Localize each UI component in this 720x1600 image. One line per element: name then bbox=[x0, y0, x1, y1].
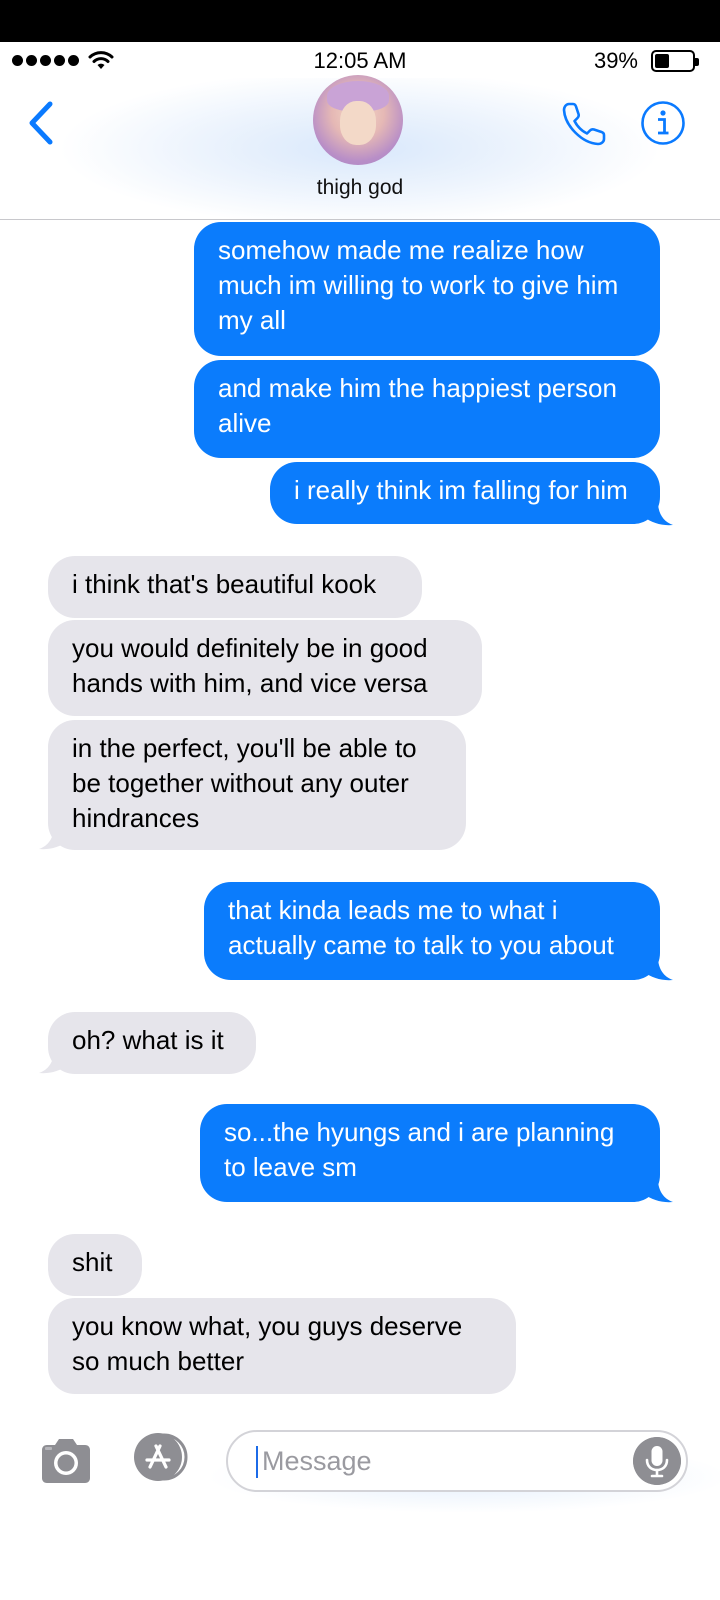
message-bubble-outgoing: and make him the happiest person alive bbox=[194, 360, 660, 458]
contact-avatar[interactable] bbox=[313, 75, 403, 165]
contact-name[interactable]: thigh god bbox=[0, 176, 720, 200]
message-bubble-incoming: shit bbox=[48, 1234, 142, 1296]
camera-icon[interactable] bbox=[38, 1436, 94, 1486]
top-black-bar bbox=[0, 0, 720, 42]
info-icon[interactable] bbox=[640, 100, 686, 146]
bubble-tail-incoming bbox=[39, 826, 68, 850]
conversation-header: thigh god bbox=[0, 75, 720, 220]
battery-icon bbox=[651, 50, 699, 72]
bubble-tail-outgoing bbox=[644, 502, 673, 526]
bubble-tail-incoming bbox=[39, 1050, 68, 1074]
battery-percent: 39% bbox=[593, 48, 638, 73]
app-store-icon[interactable] bbox=[130, 1432, 198, 1482]
message-bubble-incoming: you would definitely be in good hands wi… bbox=[48, 620, 482, 716]
message-bubble-incoming: you know what, you guys deserve so much … bbox=[48, 1298, 516, 1394]
bubble-tail-outgoing bbox=[644, 1179, 673, 1203]
chevron-left-icon[interactable] bbox=[26, 100, 56, 146]
message-placeholder: Message bbox=[262, 1446, 372, 1476]
message-bubble-incoming: i think that's beautiful kook bbox=[48, 556, 422, 618]
status-bar: 12:05 AM 39% bbox=[0, 42, 720, 78]
bubble-tail-outgoing bbox=[644, 957, 673, 981]
message-thread[interactable]: somehow made me realize how much im will… bbox=[0, 220, 720, 1416]
message-input[interactable]: Message bbox=[226, 1430, 688, 1492]
message-bubble-incoming: oh? what is it bbox=[48, 1012, 256, 1074]
phone-icon[interactable] bbox=[560, 100, 608, 148]
message-bubble-outgoing: that kinda leads me to what i actually c… bbox=[204, 882, 660, 980]
message-composer: Message bbox=[0, 1416, 720, 1512]
microphone-icon[interactable] bbox=[633, 1437, 681, 1485]
message-bubble-incoming: in the perfect, you'll be able to be tog… bbox=[48, 720, 466, 850]
message-bubble-outgoing: so...the hyungs and i are planning to le… bbox=[200, 1104, 660, 1202]
message-bubble-outgoing: i really think im falling for him bbox=[270, 462, 660, 524]
message-bubble-outgoing: somehow made me realize how much im will… bbox=[194, 222, 660, 356]
